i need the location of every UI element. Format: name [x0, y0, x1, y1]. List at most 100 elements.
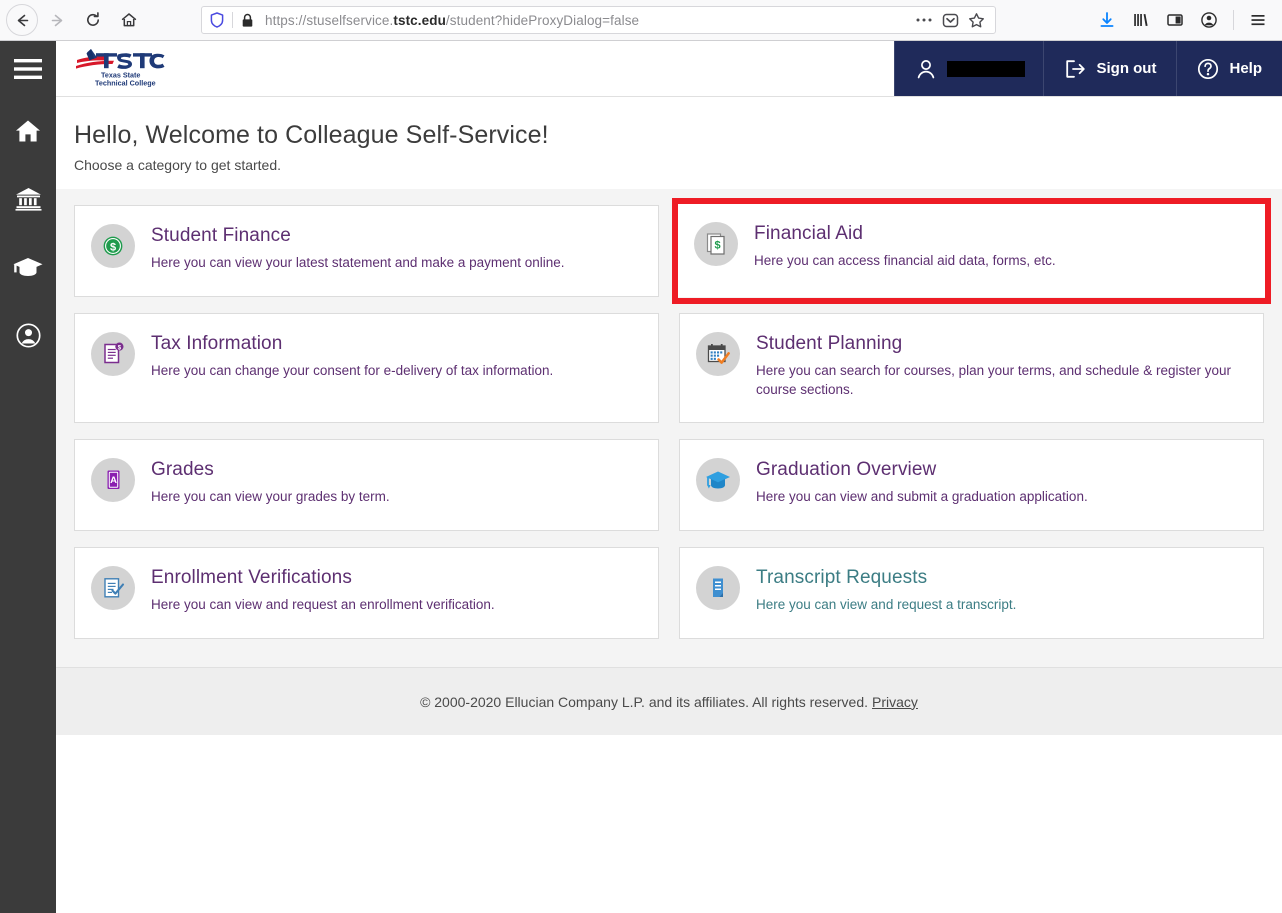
- card-title: Tax Information: [151, 333, 283, 354]
- page-title: Hello, Welcome to Colleague Self-Service…: [74, 121, 549, 149]
- home-button[interactable]: [112, 3, 146, 37]
- category-cards-grid: $ Student Finance Here you can view your…: [74, 198, 1271, 639]
- copyright-text: © 2000-2020 Ellucian Company L.P. and it…: [420, 693, 869, 710]
- privacy-link[interactable]: Privacy: [872, 694, 918, 710]
- hamburger-menu-icon: [14, 59, 42, 79]
- page-actions-button[interactable]: [911, 17, 937, 23]
- card-description: Here you can change your consent for e-d…: [151, 362, 554, 378]
- card-description: Here you can view your latest statement …: [151, 254, 565, 270]
- card-student-planning[interactable]: Student Planning Here you can search for…: [679, 313, 1264, 423]
- site-footer: © 2000-2020 Ellucian Company L.P. and it…: [56, 667, 1282, 735]
- card-body: Tax Information Here you can change your…: [151, 332, 553, 380]
- dollar-document-icon: $: [694, 222, 738, 266]
- user-account-button[interactable]: [894, 41, 1044, 96]
- pocket-button[interactable]: [937, 12, 963, 29]
- sidebar-item-user-profile[interactable]: [0, 301, 56, 369]
- card-body: Student Planning Here you can search for…: [756, 332, 1247, 400]
- card-description: Here you can view and request a transcri…: [756, 596, 1017, 612]
- download-icon: [1100, 12, 1114, 27]
- card-student-finance[interactable]: $ Student Finance Here you can view your…: [74, 205, 659, 297]
- bank-icon: [15, 188, 41, 211]
- card-description: Here you can view and submit a graduatio…: [756, 488, 1088, 504]
- library-button[interactable]: [1125, 4, 1157, 36]
- card-body: Enrollment Verifications Here you can vi…: [151, 566, 495, 614]
- page-blank-area: [56, 735, 1282, 913]
- card-enrollment-verifications[interactable]: Enrollment Verifications Here you can vi…: [74, 547, 659, 639]
- app-sidebar-rail: [0, 41, 56, 913]
- app-menu-button[interactable]: [1242, 4, 1274, 36]
- sidebar-item-academics[interactable]: [0, 233, 56, 301]
- home-icon: [16, 120, 40, 142]
- clipboard-check-icon: [91, 566, 135, 610]
- category-cards-region: $ Student Finance Here you can view your…: [56, 189, 1282, 667]
- card-transcript-requests[interactable]: Transcript Requests Here you can view an…: [679, 547, 1264, 639]
- user-circle-icon: [15, 322, 41, 348]
- calendar-check-icon: [696, 332, 740, 376]
- sidebar-item-financial-information[interactable]: [0, 165, 56, 233]
- page-subtitle: Choose a category to get started.: [74, 157, 282, 173]
- urlbar-divider: [232, 12, 233, 28]
- downloads-button[interactable]: [1091, 4, 1123, 36]
- user-name-redacted: [947, 60, 1026, 77]
- money-circle-icon: $: [91, 224, 135, 268]
- sidebar-icon: [1167, 14, 1183, 26]
- card-title: Enrollment Verifications: [151, 567, 352, 588]
- grade-a-icon: A: [91, 458, 135, 502]
- tax-document-icon: $: [91, 332, 135, 376]
- page-viewport: Texas State Technical College Sign out H…: [56, 41, 1282, 913]
- account-icon: [1201, 12, 1217, 28]
- lock-icon[interactable]: [237, 13, 257, 28]
- card-title: Financial Aid: [754, 223, 864, 244]
- sign-out-button[interactable]: Sign out: [1043, 41, 1177, 96]
- card-title: Grades: [151, 459, 214, 480]
- graduation-cap-icon: [696, 458, 740, 502]
- card-body: Student Finance Here you can view your l…: [151, 224, 564, 272]
- transcript-icon: [696, 566, 740, 610]
- card-title: Transcript Requests: [756, 567, 928, 588]
- card-title: Student Finance: [151, 225, 291, 246]
- forward-button[interactable]: [40, 3, 74, 37]
- card-tax-information[interactable]: $ Tax Information Here you can change yo…: [74, 313, 659, 423]
- card-graduation-overview[interactable]: Graduation Overview Here you can view an…: [679, 439, 1264, 531]
- sidebar-button[interactable]: [1159, 4, 1191, 36]
- ellipsis-icon: [916, 18, 932, 22]
- svg-text:A: A: [110, 475, 117, 486]
- help-button[interactable]: Help: [1176, 41, 1282, 96]
- reload-button[interactable]: [76, 3, 110, 37]
- card-title: Graduation Overview: [756, 459, 937, 480]
- tstc-logo[interactable]: Texas State Technical College: [56, 41, 894, 96]
- url-bar[interactable]: https://stuselfservice.tstc.edu/student?…: [201, 6, 996, 34]
- welcome-section: Hello, Welcome to Colleague Self-Service…: [56, 97, 1282, 189]
- card-description: Here you can view and request an enrollm…: [151, 596, 495, 612]
- svg-text:Technical College: Technical College: [95, 78, 156, 87]
- back-button[interactable]: [6, 4, 38, 36]
- home-icon: [121, 13, 137, 27]
- sign-out-icon: [1066, 59, 1086, 78]
- card-body: Financial Aid Here you can access financ…: [754, 222, 1056, 270]
- sidebar-item-menu[interactable]: [0, 41, 56, 97]
- card-grades[interactable]: A Grades Here you can view your grades b…: [74, 439, 659, 531]
- site-header: Texas State Technical College Sign out H…: [56, 41, 1282, 97]
- sign-out-label: Sign out: [1096, 60, 1157, 77]
- account-button[interactable]: [1193, 4, 1225, 36]
- help-question-icon: [1198, 58, 1219, 79]
- navigation-buttons: [0, 3, 146, 37]
- back-arrow-icon: [17, 14, 28, 26]
- card-financial-aid[interactable]: $ Financial Aid Here you can access fina…: [678, 204, 1265, 297]
- card-title: Student Planning: [756, 333, 903, 354]
- tstc-logo-icon: Texas State Technical College: [76, 48, 165, 87]
- reload-icon: [87, 12, 99, 26]
- card-body: Transcript Requests Here you can view an…: [756, 566, 1016, 614]
- card-description: Here you can access financial aid data, …: [754, 252, 1056, 268]
- highlight-annotation-financial-aid: $ Financial Aid Here you can access fina…: [672, 198, 1271, 304]
- url-text: https://stuselfservice.tstc.edu/student?…: [265, 12, 640, 28]
- library-icon: [1134, 14, 1148, 26]
- sidebar-item-home[interactable]: [0, 97, 56, 165]
- browser-toolbar: https://stuselfservice.tstc.edu/student?…: [0, 0, 1282, 41]
- shield-icon[interactable]: [206, 12, 228, 28]
- bookmark-button[interactable]: [963, 12, 989, 29]
- pocket-icon: [942, 13, 958, 27]
- graduation-cap-icon: [13, 258, 43, 276]
- svg-text:$: $: [714, 240, 720, 252]
- forward-arrow-icon: [51, 14, 62, 26]
